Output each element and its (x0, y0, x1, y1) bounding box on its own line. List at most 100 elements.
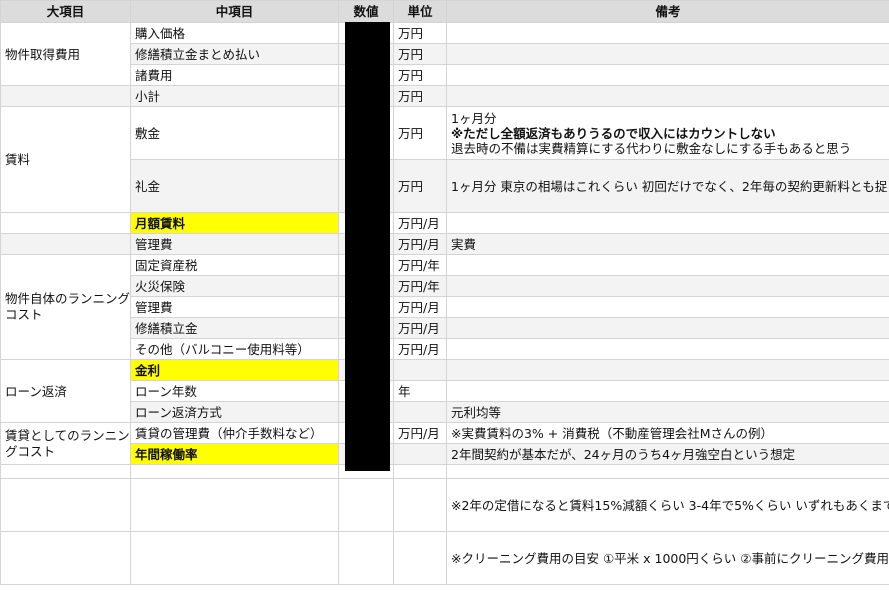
empty-cell[interactable] (446, 464, 889, 479)
empty-cell[interactable] (338, 478, 394, 532)
middle-cell[interactable]: その他（バルコニー使用料等） (130, 338, 339, 360)
unit-cell[interactable]: 万円 (393, 22, 447, 44)
note-cell[interactable]: 2年間契約が基本だが、24ヶ月のうち4ヶ月強空白という想定 (446, 443, 889, 465)
note-cell[interactable]: ※クリーニング費用の目安 ①平米 x 1000円くらい ②事前にクリーニング費用… (446, 531, 889, 585)
unit-cell[interactable] (393, 401, 447, 423)
empty-cell[interactable] (0, 531, 131, 585)
note-cell[interactable] (446, 275, 889, 297)
major-cell[interactable]: 賃料 (0, 106, 131, 213)
unit-cell[interactable]: 万円/月 (393, 338, 447, 360)
table-row-note: ※クリーニング費用の目安 ①平米 x 1000円くらい ②事前にクリーニング費用… (0, 531, 889, 585)
middle-cell[interactable]: 管理費 (130, 233, 339, 255)
middle-cell[interactable]: 賃貸の管理費（仲介手数料など） (130, 422, 339, 444)
middle-cell[interactable]: 固定資産税 (130, 254, 339, 276)
unit-cell[interactable]: 年 (393, 380, 447, 402)
major-cell[interactable] (0, 233, 131, 255)
note-cell[interactable] (446, 317, 889, 339)
note-cell[interactable]: 実費 (446, 233, 889, 255)
empty-cell[interactable] (393, 531, 447, 585)
table-row: 賃料 敷金 万円 1ヶ月分 ※ただし全額返済もありうるので収入にはカウントしない退… (0, 106, 889, 213)
middle-cell[interactable]: 小計 (130, 85, 339, 107)
note-line: 1ヶ月分 (451, 110, 497, 126)
unit-cell[interactable] (393, 443, 447, 465)
table-row: その他（バルコニー使用料等） 万円/月 (1, 338, 889, 360)
note-cell[interactable] (446, 338, 889, 360)
unit-cell[interactable]: 万円 (393, 85, 447, 107)
note-cell[interactable] (446, 380, 889, 402)
note-cell[interactable] (446, 212, 889, 234)
note-cell[interactable] (446, 64, 889, 86)
note-cell[interactable]: 1ヶ月分 ※ただし全額返済もありうるので収入にはカウントしない 退去時の不備は実費精… (446, 106, 889, 160)
unit-cell[interactable]: 万円 (393, 159, 447, 213)
middle-cell[interactable]: ローン返済方式 (130, 401, 339, 423)
unit-cell[interactable]: 万円/月 (393, 212, 447, 234)
note-cell[interactable] (446, 43, 889, 65)
empty-cell[interactable] (393, 478, 447, 532)
unit-cell[interactable]: 万円/月 (393, 317, 447, 339)
cost-table: 大項目 中項目 数値 単位 備考 物件取得費用 購入価格 万円 修繕積立金まとめ… (0, 0, 889, 585)
note-cell[interactable] (446, 22, 889, 44)
middle-cell-highlight[interactable]: 月額賃料 (130, 212, 339, 234)
major-cell[interactable] (0, 212, 131, 234)
note-cell[interactable]: 元利均等 (446, 401, 889, 423)
table-row: ローン年数 年 (1, 380, 889, 402)
note-cell[interactable] (446, 359, 889, 381)
empty-cell[interactable] (130, 531, 339, 585)
unit-cell[interactable]: 万円 (393, 106, 447, 160)
middle-cell[interactable]: 火災保険 (130, 275, 339, 297)
spreadsheet: 大項目 中項目 数値 単位 備考 物件取得費用 購入価格 万円 修繕積立金まとめ… (0, 0, 889, 595)
table-row: ローン返済 金利 (0, 359, 889, 423)
note-cell[interactable] (446, 296, 889, 318)
empty-cell[interactable] (338, 531, 394, 585)
table-row-empty (0, 464, 889, 479)
middle-cell[interactable]: 礼金 (130, 159, 339, 213)
major-cell[interactable]: 賃貸としてのランニングコスト (0, 422, 131, 465)
note-line-bold: ※ただし全額返済もありうるので収入にはカウントしない (451, 125, 776, 141)
middle-cell-highlight[interactable]: 年間稼働率 (130, 443, 339, 465)
note-cell[interactable]: 1ヶ月分 東京の相場はこれくらい 初回だけでなく、2年毎の契約更新料とも捉える (446, 159, 889, 213)
table-row: 管理費 万円/月 実費 (0, 233, 889, 255)
table-row: 物件取得費用 購入価格 万円 (0, 22, 889, 86)
major-cell[interactable] (0, 85, 131, 107)
unit-cell[interactable]: 万円/月 (393, 296, 447, 318)
middle-cell[interactable]: 修繕積立金まとめ払い (130, 43, 339, 65)
note-cell[interactable] (446, 85, 889, 107)
unit-cell[interactable]: 万円/年 (393, 275, 447, 297)
header-unit[interactable]: 単位 (393, 0, 447, 23)
table-row: 物件自体のランニングコスト 固定資産税 万円/年 (0, 254, 889, 360)
empty-cell[interactable] (0, 464, 131, 479)
middle-cell[interactable]: 敷金 (130, 106, 339, 160)
middle-cell[interactable]: ローン年数 (130, 380, 339, 402)
unit-cell[interactable]: 万円 (393, 43, 447, 65)
middle-cell[interactable]: 購入価格 (130, 22, 339, 44)
empty-cell[interactable] (0, 478, 131, 532)
table-row: 年間稼働率 2年間契約が基本だが、24ヶ月のうち4ヶ月強空白という想定 (1, 443, 889, 465)
table-row-note: ※2年の定借になると賃料15%減額くらい 3-4年で5%くらい いずれもあくまで… (0, 478, 889, 532)
middle-cell[interactable]: 修繕積立金 (130, 317, 339, 339)
unit-cell[interactable]: 万円 (393, 64, 447, 86)
unit-cell[interactable]: 万円/年 (393, 254, 447, 276)
header-value[interactable]: 数値 (338, 0, 394, 23)
table-row: 修繕積立金 万円/月 (1, 317, 889, 339)
major-cell[interactable]: 物件自体のランニングコスト (0, 254, 131, 360)
middle-cell-highlight[interactable]: 金利 (130, 359, 339, 381)
major-cell[interactable]: ローン返済 (0, 359, 131, 423)
note-line: 退去時の不備は実費精算にする代わりに敷金なしにする手もあると思う (451, 140, 852, 156)
unit-cell[interactable]: 万円/月 (393, 422, 447, 444)
unit-cell[interactable] (393, 359, 447, 381)
header-major[interactable]: 大項目 (0, 0, 131, 23)
major-cell[interactable]: 物件取得費用 (0, 22, 131, 86)
empty-cell[interactable] (130, 464, 339, 479)
middle-cell[interactable]: 諸費用 (130, 64, 339, 86)
unit-cell[interactable]: 万円/月 (393, 233, 447, 255)
empty-cell[interactable] (130, 478, 339, 532)
note-cell[interactable] (446, 254, 889, 276)
header-note[interactable]: 備考 (446, 0, 889, 23)
empty-cell[interactable] (393, 464, 447, 479)
middle-cell[interactable]: 管理費 (130, 296, 339, 318)
note-cell[interactable]: ※実費賃料の3% + 消費税（不動産管理会社Mさんの例） (446, 422, 889, 444)
header-middle[interactable]: 中項目 (130, 0, 339, 23)
note-cell[interactable]: ※2年の定借になると賃料15%減額くらい 3-4年で5%くらい いずれもあくまで… (446, 478, 889, 532)
header-row: 大項目 中項目 数値 単位 備考 (0, 0, 889, 23)
table-row: 小計 万円 (0, 85, 889, 107)
